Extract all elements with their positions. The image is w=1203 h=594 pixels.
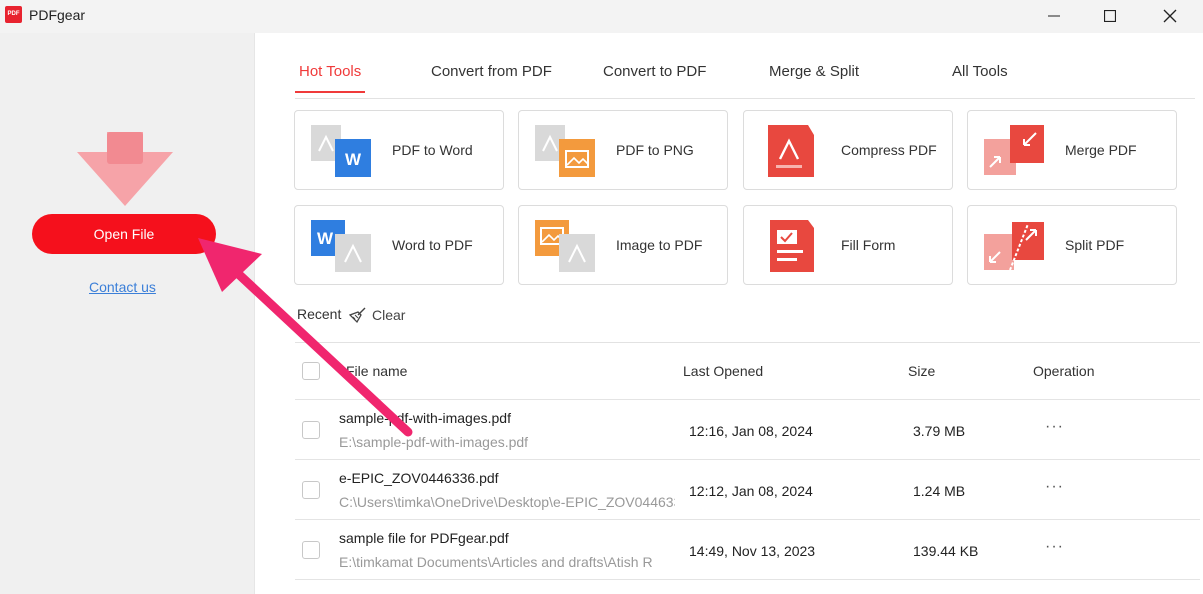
table-row[interactable]: e-EPIC_ZOV0446336.pdf C:\Users\timka\One…: [295, 459, 1200, 519]
title-bar: PDF PDFgear: [0, 0, 1203, 33]
row-checkbox[interactable]: [302, 541, 320, 559]
sidebar: [0, 33, 254, 594]
column-header-last-opened[interactable]: Last Opened: [683, 363, 763, 379]
svg-text:W: W: [345, 150, 362, 169]
tool-label: PDF to Word: [392, 142, 473, 158]
file-size: 1.24 MB: [913, 483, 966, 499]
file-path: E:\sample-pdf-with-images.pdf: [339, 434, 529, 450]
close-button[interactable]: [1142, 0, 1198, 32]
last-opened: 12:12, Jan 08, 2024: [689, 483, 813, 499]
tool-label: Merge PDF: [1065, 142, 1137, 158]
pdfgear-logo-icon: PDF: [5, 6, 22, 23]
minimize-button[interactable]: [1026, 0, 1082, 32]
recent-label: Recent: [297, 306, 342, 322]
last-opened: 14:49, Nov 13, 2023: [689, 543, 816, 559]
maximize-button[interactable]: [1082, 0, 1138, 32]
split-pdf-icon: [984, 222, 1044, 271]
tool-label: Fill Form: [841, 237, 896, 253]
file-size: 3.79 MB: [913, 423, 966, 439]
maximize-icon: [1104, 10, 1116, 22]
tool-word-to-pdf[interactable]: W Word to PDF: [294, 205, 504, 285]
tool-label: Compress PDF: [841, 142, 937, 158]
minimize-icon: [1048, 15, 1060, 17]
column-header-size[interactable]: Size: [908, 363, 935, 379]
recent-table-header: File name Last Opened Size Operation: [295, 343, 1200, 399]
file-name: sample file for PDFgear.pdf: [339, 530, 509, 546]
table-row[interactable]: [295, 579, 1200, 594]
table-row[interactable]: sample file for PDFgear.pdf E:\timkamat …: [295, 519, 1200, 579]
tab-convert-from-pdf[interactable]: Convert from PDF: [431, 63, 552, 80]
app-title: PDFgear: [29, 7, 86, 23]
clear-button[interactable]: Clear: [349, 304, 405, 326]
merge-pdf-icon: [984, 125, 1044, 175]
column-header-operation: Operation: [1033, 363, 1095, 379]
drop-file-arrow-icon: [77, 132, 173, 206]
active-tab-underline: [295, 91, 365, 93]
more-options-button[interactable]: ···: [1045, 538, 1075, 558]
more-options-button[interactable]: ···: [1045, 478, 1075, 498]
tab-convert-to-pdf[interactable]: Convert to PDF: [603, 63, 706, 80]
tool-split-pdf[interactable]: Split PDF: [967, 205, 1177, 285]
file-name: e-EPIC_ZOV0446336.pdf: [339, 470, 499, 486]
last-opened: 12:16, Jan 08, 2024: [689, 423, 813, 439]
tab-all-tools[interactable]: All Tools: [952, 63, 1008, 80]
column-header-file-name[interactable]: File name: [346, 363, 407, 379]
fill-form-icon: [770, 220, 814, 272]
tool-label: Image to PDF: [616, 237, 703, 253]
tab-merge-split[interactable]: Merge & Split: [769, 63, 859, 80]
svg-text:W: W: [317, 229, 334, 248]
tool-merge-pdf[interactable]: Merge PDF: [967, 110, 1177, 190]
tool-label: Word to PDF: [392, 237, 473, 253]
close-icon: [1163, 9, 1177, 23]
clear-label: Clear: [372, 307, 406, 323]
row-checkbox[interactable]: [302, 481, 320, 499]
pdf-to-png-icon: [535, 125, 595, 177]
tab-hot-tools[interactable]: Hot Tools: [299, 63, 361, 80]
tool-label: Split PDF: [1065, 237, 1125, 253]
select-all-checkbox[interactable]: [302, 362, 320, 380]
compress-pdf-icon: [768, 125, 814, 177]
tool-fill-form[interactable]: Fill Form: [743, 205, 953, 285]
open-file-button[interactable]: Open File: [32, 214, 216, 254]
tool-pdf-to-word[interactable]: W PDF to Word: [294, 110, 504, 190]
table-row[interactable]: sample-pdf-with-images.pdf E:\sample-pdf…: [295, 399, 1200, 459]
row-checkbox[interactable]: [302, 421, 320, 439]
file-path: C:\Users\timka\OneDrive\Desktop\e-EPIC_Z…: [339, 494, 675, 510]
file-name: sample-pdf-with-images.pdf: [339, 410, 511, 426]
image-to-pdf-icon: [535, 220, 595, 272]
contact-us-link[interactable]: Contact us: [89, 279, 156, 295]
word-to-pdf-icon: W: [311, 220, 371, 272]
main-panel: Hot Tools Convert from PDF Convert to PD…: [254, 33, 1203, 594]
file-path: E:\timkamat Documents\Articles and draft…: [339, 554, 653, 570]
tool-image-to-pdf[interactable]: Image to PDF: [518, 205, 728, 285]
broom-icon: [349, 307, 366, 324]
file-size: 139.44 KB: [913, 543, 979, 559]
more-options-button[interactable]: ···: [1045, 418, 1075, 438]
tool-compress-pdf[interactable]: Compress PDF: [743, 110, 953, 190]
pdf-to-word-icon: W: [311, 125, 371, 177]
tool-tabs: Hot Tools Convert from PDF Convert to PD…: [295, 33, 1195, 99]
tool-pdf-to-png[interactable]: PDF to PNG: [518, 110, 728, 190]
tool-label: PDF to PNG: [616, 142, 694, 158]
